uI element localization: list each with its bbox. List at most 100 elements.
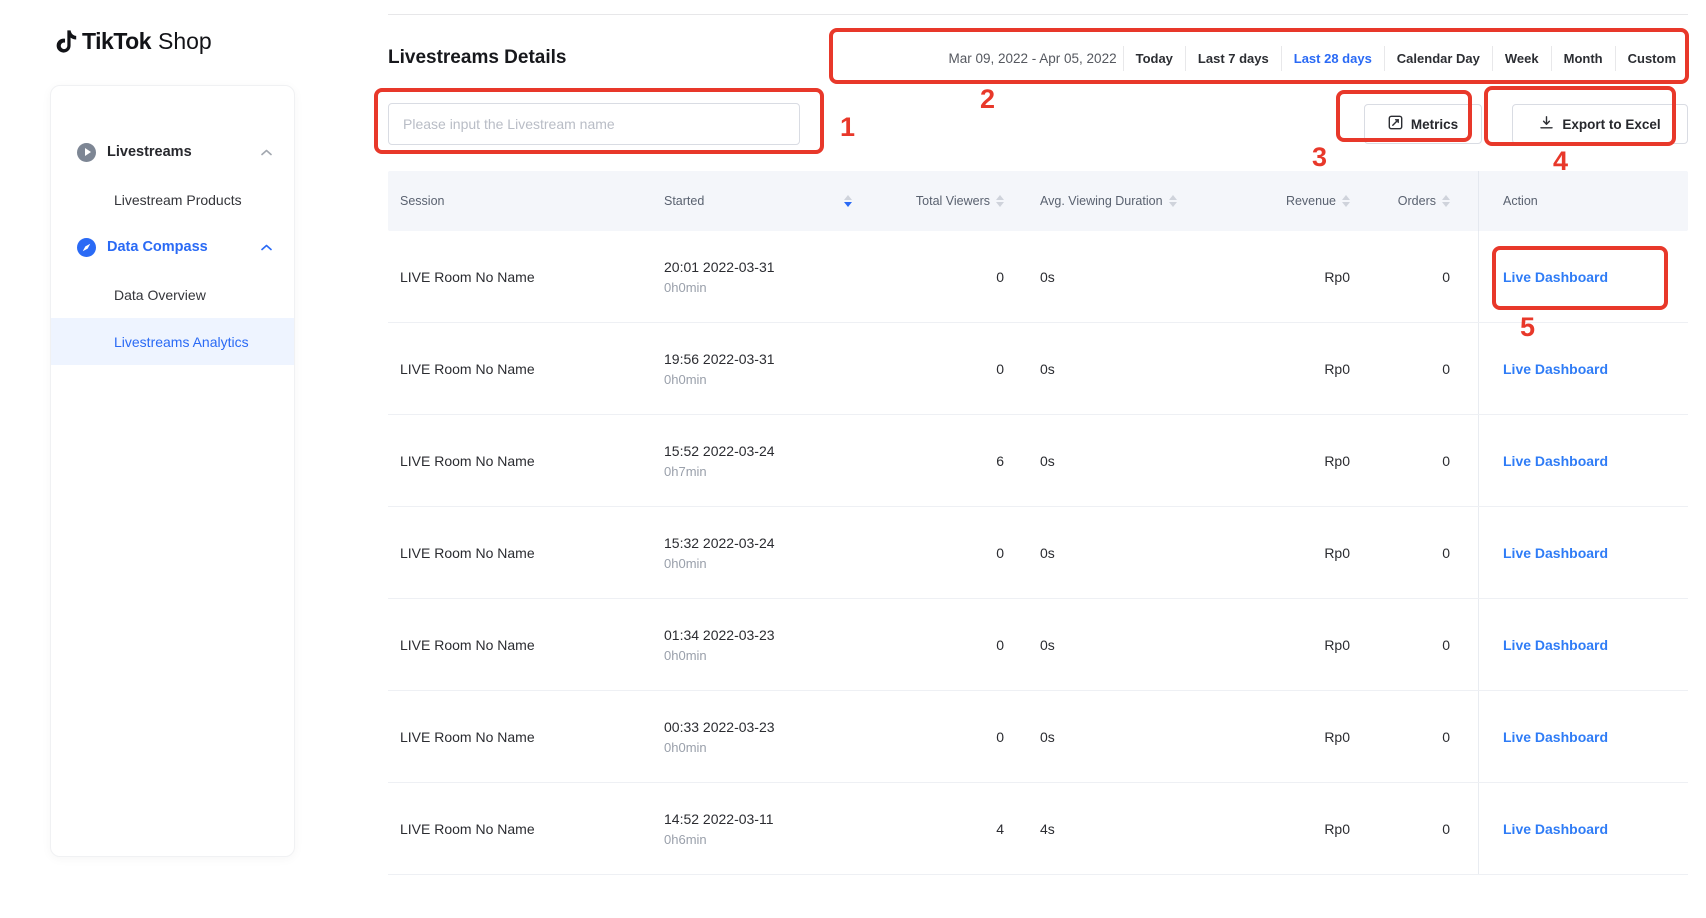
sidebar-item-livestream-products[interactable]: Livestream Products [51, 176, 294, 223]
column-header-total-viewers[interactable]: Total Viewers [874, 171, 1016, 231]
revenue-cell: Rp0 [1194, 637, 1362, 653]
range-option-last-7-days[interactable]: Last 7 days [1185, 46, 1281, 71]
chevron-up-icon[interactable] [261, 244, 272, 251]
header-row: Livestreams Details Mar 09, 2022 - Apr 0… [388, 41, 1688, 75]
orders-cell: 0 [1362, 729, 1478, 745]
column-label: Orders [1398, 193, 1436, 209]
total-viewers-cell: 0 [874, 361, 1016, 377]
started-cell: 14:52 2022-03-110h6min [652, 811, 874, 847]
session-cell: LIVE Room No Name [388, 729, 652, 745]
sidebar-item-label: Data Compass [107, 239, 208, 255]
tiktok-shop-logo: TikTok Shop [56, 28, 388, 55]
live-dashboard-link[interactable]: Live Dashboard [1503, 361, 1608, 377]
sidebar-item-livestreams[interactable]: Livestreams [51, 128, 294, 176]
range-option-last-28-days[interactable]: Last 28 days [1281, 46, 1384, 71]
page-title: Livestreams Details [388, 47, 567, 69]
column-header-action: Action [1478, 171, 1688, 231]
date-range-display[interactable]: Mar 09, 2022 - Apr 05, 2022 [948, 51, 1116, 66]
session-cell: LIVE Room No Name [388, 269, 652, 285]
started-cell: 19:56 2022-03-310h0min [652, 351, 874, 387]
date-filter-bar: Mar 09, 2022 - Apr 05, 2022 TodayLast 7 … [948, 46, 1688, 71]
live-dashboard-link[interactable]: Live Dashboard [1503, 821, 1608, 837]
sidebar-item-livestreams-analytics[interactable]: Livestreams Analytics [51, 318, 294, 365]
action-cell: Live Dashboard [1478, 783, 1688, 874]
orders-cell: 0 [1362, 453, 1478, 469]
action-cell: Live Dashboard [1478, 415, 1688, 506]
metrics-edit-icon [1388, 115, 1403, 133]
live-dashboard-link[interactable]: Live Dashboard [1503, 269, 1608, 285]
live-dashboard-link[interactable]: Live Dashboard [1503, 453, 1608, 469]
column-header-revenue[interactable]: Revenue [1194, 171, 1362, 231]
orders-cell: 0 [1362, 269, 1478, 285]
live-dashboard-link[interactable]: Live Dashboard [1503, 729, 1608, 745]
range-option-custom[interactable]: Custom [1615, 46, 1688, 71]
chevron-up-icon[interactable] [261, 149, 272, 156]
range-buttons: TodayLast 7 daysLast 28 daysCalendar Day… [1123, 46, 1688, 71]
total-viewers-cell: 0 [874, 729, 1016, 745]
sort-icon[interactable] [1342, 195, 1350, 207]
sort-icon[interactable] [844, 195, 862, 207]
table-row: LIVE Room No Name14:52 2022-03-110h6min4… [388, 783, 1688, 875]
sort-icon[interactable] [996, 195, 1004, 207]
revenue-cell: Rp0 [1194, 361, 1362, 377]
tiktok-logo-icon [56, 29, 78, 54]
orders-cell: 0 [1362, 821, 1478, 837]
table-row: LIVE Room No Name20:01 2022-03-310h0min0… [388, 231, 1688, 323]
export-to-excel-button[interactable]: Export to Excel [1512, 104, 1688, 144]
table-row: LIVE Room No Name19:56 2022-03-310h0min0… [388, 323, 1688, 415]
revenue-cell: Rp0 [1194, 453, 1362, 469]
range-option-week[interactable]: Week [1492, 46, 1551, 71]
table-header: Session Started Total Viewers Avg. Viewing … [388, 171, 1688, 231]
column-label: Session [400, 193, 444, 209]
total-viewers-cell: 0 [874, 269, 1016, 285]
action-cell: Live Dashboard [1478, 691, 1688, 782]
sidebar-item-data-overview[interactable]: Data Overview [51, 271, 294, 318]
toolbar-row: Metrics Export to Excel [388, 103, 1688, 145]
avg-viewing-duration-cell: 0s [1016, 545, 1194, 561]
sort-icon[interactable] [1169, 195, 1177, 207]
download-icon [1539, 115, 1554, 133]
avg-viewing-duration-cell: 0s [1016, 361, 1194, 377]
session-cell: LIVE Room No Name [388, 637, 652, 653]
started-cell: 20:01 2022-03-310h0min [652, 259, 874, 295]
session-cell: LIVE Room No Name [388, 361, 652, 377]
main-content: Livestreams Details Mar 09, 2022 - Apr 0… [388, 0, 1706, 918]
range-option-calendar-day[interactable]: Calendar Day [1384, 46, 1492, 71]
revenue-cell: Rp0 [1194, 729, 1362, 745]
livestreams-table: Session Started Total Viewers Avg. Viewing … [388, 171, 1688, 875]
orders-cell: 0 [1362, 361, 1478, 377]
live-dashboard-link[interactable]: Live Dashboard [1503, 545, 1608, 561]
orders-cell: 0 [1362, 637, 1478, 653]
sidebar-item-data-compass[interactable]: Data Compass [51, 223, 294, 271]
revenue-cell: Rp0 [1194, 269, 1362, 285]
export-label: Export to Excel [1562, 117, 1660, 132]
sidebar: TikTok Shop Livestreams Livestream Produ… [0, 0, 388, 918]
column-label: Total Viewers [916, 193, 990, 209]
avg-viewing-duration-cell: 0s [1016, 453, 1194, 469]
livestreams-icon [77, 143, 96, 162]
avg-viewing-duration-cell: 0s [1016, 729, 1194, 745]
total-viewers-cell: 0 [874, 637, 1016, 653]
action-cell: Live Dashboard [1478, 323, 1688, 414]
live-dashboard-link[interactable]: Live Dashboard [1503, 637, 1608, 653]
action-cell: Live Dashboard [1478, 231, 1688, 322]
logo-text-tiktok: TikTok [82, 28, 151, 55]
table-body: LIVE Room No Name20:01 2022-03-310h0min0… [388, 231, 1688, 875]
range-option-today[interactable]: Today [1123, 46, 1185, 71]
session-cell: LIVE Room No Name [388, 821, 652, 837]
revenue-cell: Rp0 [1194, 545, 1362, 561]
top-divider [388, 14, 1688, 15]
sidebar-item-label: Livestreams [107, 144, 192, 160]
toolbar-actions: Metrics Export to Excel [1364, 104, 1688, 144]
orders-cell: 0 [1362, 545, 1478, 561]
column-header-started[interactable]: Started [652, 171, 874, 231]
search-input[interactable] [388, 103, 800, 145]
range-option-month[interactable]: Month [1551, 46, 1615, 71]
sort-icon[interactable] [1442, 195, 1450, 207]
table-row: LIVE Room No Name00:33 2022-03-230h0min0… [388, 691, 1688, 783]
column-header-avg-viewing-duration[interactable]: Avg. Viewing Duration [1016, 171, 1194, 231]
column-header-orders[interactable]: Orders [1362, 171, 1478, 231]
app-root: TikTok Shop Livestreams Livestream Produ… [0, 0, 1706, 918]
metrics-button[interactable]: Metrics [1364, 104, 1482, 144]
started-cell: 00:33 2022-03-230h0min [652, 719, 874, 755]
